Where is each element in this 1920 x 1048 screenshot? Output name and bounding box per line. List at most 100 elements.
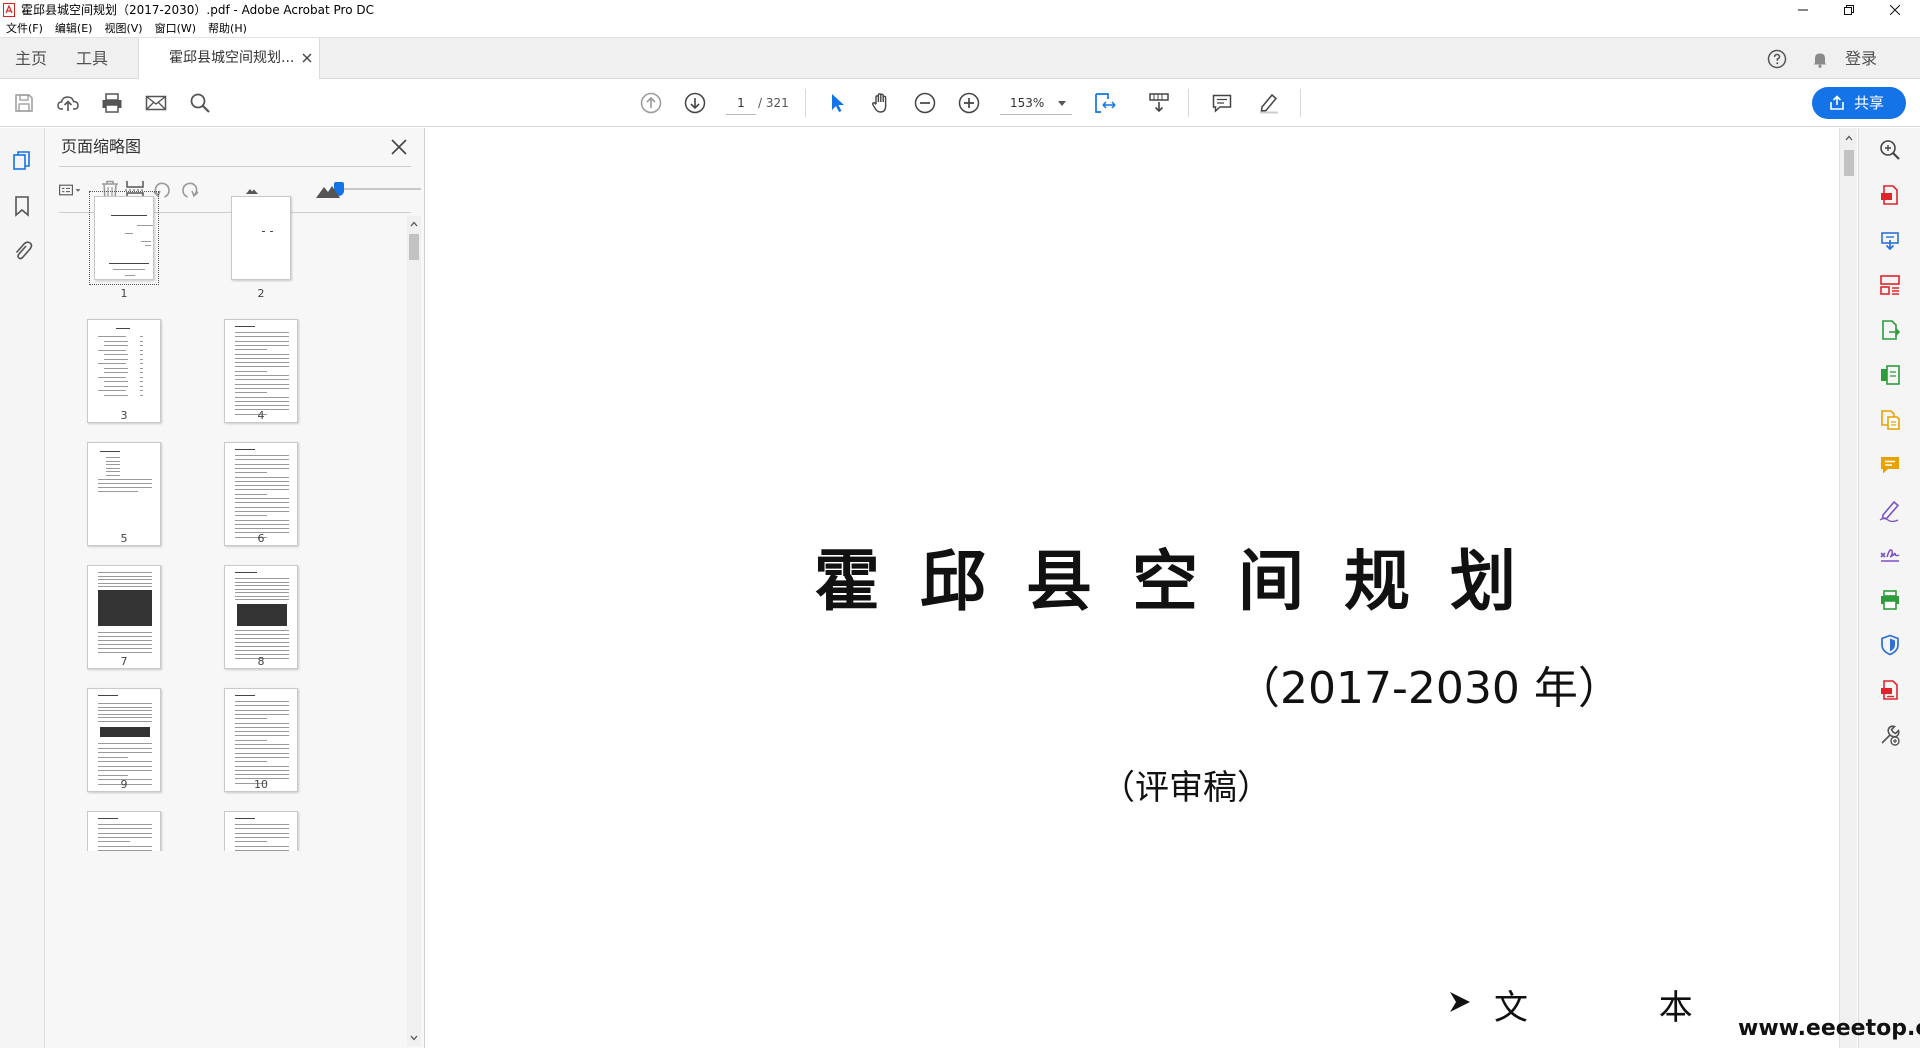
close-window-button[interactable] [1872,0,1918,20]
rotate-clockwise-icon[interactable] [178,178,202,202]
zoom-tool-icon[interactable] [1878,138,1902,162]
tab-tools[interactable]: 工具 [76,38,108,79]
email-icon[interactable] [144,91,168,115]
zoom-in-icon[interactable] [957,91,981,115]
scroll-up-icon[interactable] [410,220,418,228]
login-link[interactable]: 登录 [1845,38,1877,79]
thumbnail-options-icon[interactable] [58,178,82,202]
thumbnail-text-line [98,479,152,480]
edit-pdf-icon[interactable] [1878,318,1902,342]
hand-tool-icon[interactable] [869,91,893,115]
page-thumbnail[interactable]: 5 [87,442,177,572]
scrollbar-thumb[interactable] [1844,150,1854,176]
thumbnail-text-line [98,713,152,715]
fill-sign-icon[interactable] [1878,498,1902,522]
thumbnail-page-image [224,442,298,546]
scroll-mode-icon[interactable] [1147,91,1171,115]
page-thumbnail[interactable]: 7 [87,565,177,695]
fit-page-icon[interactable] [1093,91,1117,115]
compress-icon[interactable] [1878,363,1902,387]
menu-view[interactable]: 视图(V) [98,20,148,37]
page-thumbnails-icon[interactable] [11,149,33,173]
menu-file[interactable]: 文件(F) [0,20,49,37]
thumbnail-text-line [98,652,152,653]
close-panel-icon[interactable] [390,138,408,156]
scroll-up-icon[interactable] [1845,134,1853,142]
page-thumbnail[interactable]: 2 [224,196,314,326]
bookmark-icon[interactable] [11,194,33,218]
previous-page-icon[interactable] [639,91,663,115]
search-icon[interactable] [188,91,212,115]
thumbnail-text-line [98,832,152,834]
document-scrollbar[interactable] [1839,128,1857,1048]
scrollbar-thumb[interactable] [409,234,419,260]
zoom-level-dropdown[interactable]: 153% [1000,91,1072,115]
thumbnail-scrollbar[interactable] [407,216,421,1046]
page-thumbnail[interactable]: 10 [224,688,314,818]
thumbnail-text-line [235,502,289,504]
print-production-icon[interactable] [1878,588,1902,612]
menu-window[interactable]: 窗口(W) [149,20,202,37]
thumbnail-text-line [235,650,289,651]
notifications-bell-icon[interactable] [1810,49,1830,69]
document-view[interactable]: 霍邱县空间规划 （2017-2030 年） （评审稿） 文 本 [426,128,1839,1048]
combine-files-icon[interactable] [1878,408,1902,432]
enlarge-thumbnails-icon[interactable] [315,178,341,202]
page-thumbnail[interactable]: 8 [224,565,314,695]
menu-edit[interactable]: 编辑(E) [49,20,99,37]
thumbnail-text-line [235,630,289,631]
thumbnail-text-line [235,400,289,402]
thumbnail-size-slider-track[interactable] [341,188,421,190]
thumbnail-text-line [235,370,267,372]
menu-help[interactable]: 帮助(H) [202,20,253,37]
comment-icon[interactable] [1210,91,1234,115]
comment-tool-icon[interactable] [1878,453,1902,477]
save-icon[interactable] [12,91,36,115]
restore-button[interactable] [1826,0,1872,20]
page-thumbnail[interactable]: 1 [87,191,177,326]
more-tools-icon[interactable] [1878,723,1902,747]
toolbar-divider [1188,89,1189,117]
tab-document[interactable]: 霍邱县城空间规划... [138,38,320,80]
page-thumbnail[interactable]: 3 [87,319,177,449]
upload-cloud-icon[interactable] [56,91,80,115]
page-number-input[interactable]: 1 [726,91,756,115]
thumbnail-text-line [104,354,128,355]
scroll-down-icon[interactable] [410,1034,418,1042]
page-thumbnail[interactable] [87,811,177,851]
page-count: / 321 [758,96,789,110]
select-cursor-icon[interactable] [825,91,849,115]
help-icon[interactable] [1767,49,1787,69]
thumbnail-text-line [98,849,152,851]
zoom-out-icon[interactable] [913,91,937,115]
attachment-icon[interactable] [11,239,33,263]
tab-home[interactable]: 主页 [15,38,47,79]
print-icon[interactable] [100,91,124,115]
thumbnail-text-line [235,756,289,758]
organize-pages-icon[interactable] [1878,273,1902,297]
zoom-level-value: 153% [1010,96,1045,110]
thumbnail-page-number: 10 [254,778,268,791]
protect-icon[interactable] [1878,633,1902,657]
page-thumbnail[interactable] [224,811,314,851]
create-pdf-icon[interactable] [1878,228,1902,252]
minimize-button[interactable] [1780,0,1826,20]
thumbnail-text-line [98,586,152,587]
highlight-pen-icon[interactable] [1257,91,1281,115]
page-thumbnail[interactable]: 9 [87,688,177,818]
chevron-down-icon [1058,101,1066,106]
close-tab-icon[interactable] [300,51,314,65]
thumbnail-text-line [235,340,289,342]
redact-icon[interactable] [1878,678,1902,702]
page-thumbnail[interactable]: 4 [224,319,314,449]
send-for-signature-icon[interactable] [1878,543,1902,567]
thumbnail-text-line [106,467,120,469]
thumbnail-text-line [140,367,143,369]
export-pdf-icon[interactable] [1878,183,1902,207]
thumbnail-text-line [235,357,289,359]
page-thumbnail[interactable]: 6 [224,442,314,572]
thumbnail-text-line [235,515,267,517]
share-button[interactable]: 共享 [1812,87,1906,119]
next-page-icon[interactable] [683,91,707,115]
thumbnail-text-line [235,455,289,456]
